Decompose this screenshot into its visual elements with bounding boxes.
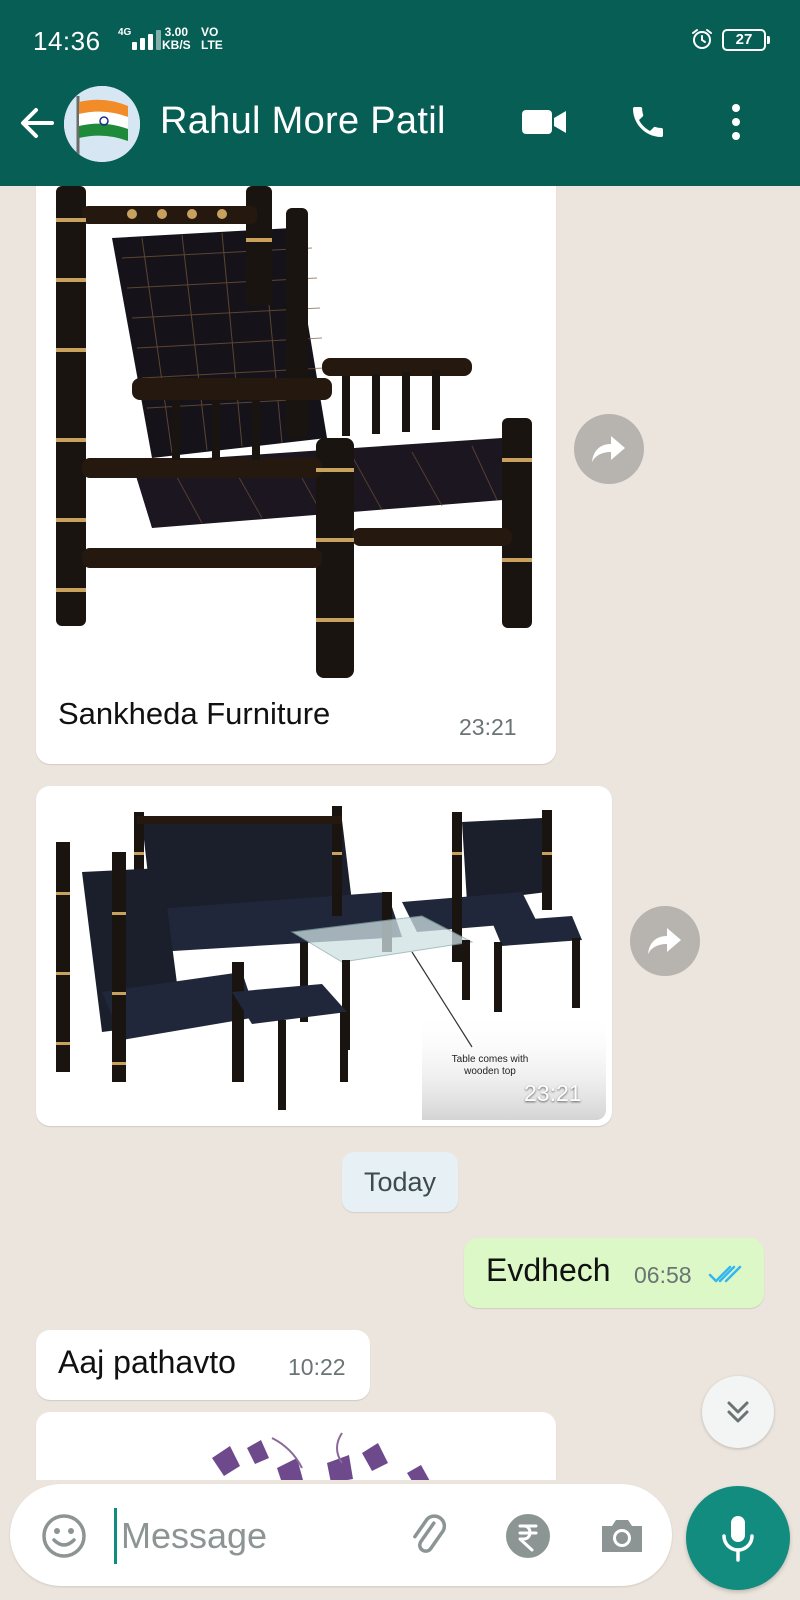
network-type: 4G	[118, 27, 132, 38]
emoji-icon	[42, 1514, 86, 1558]
more-vertical-icon	[732, 104, 740, 140]
forward-button[interactable]	[574, 414, 644, 484]
video-call-button[interactable]	[520, 98, 568, 146]
date-divider: Today	[342, 1152, 458, 1212]
attach-button[interactable]	[402, 1508, 458, 1564]
forward-arrow-icon	[648, 928, 681, 954]
scroll-to-bottom-button[interactable]	[702, 1376, 774, 1448]
india-flag-icon	[64, 86, 140, 162]
message-input[interactable]	[114, 1508, 384, 1564]
voice-message-button[interactable]	[686, 1486, 790, 1590]
sankheda-chair-picture	[42, 186, 550, 678]
data-speed: 3.00 KB/S	[162, 26, 191, 52]
phone-icon	[633, 107, 663, 137]
message-time: 06:58	[634, 1262, 692, 1288]
partial-image[interactable]	[42, 1418, 550, 1480]
sankheda-sofa-set-picture: Table comes with wooden top	[42, 792, 606, 1120]
voice-call-button[interactable]	[624, 98, 672, 146]
battery-indicator: 27	[722, 29, 770, 51]
volte-bottom: LTE	[201, 38, 223, 52]
message-composer	[10, 1484, 672, 1586]
rupee-icon	[506, 1514, 550, 1558]
message-text: Aaj pathavto	[58, 1344, 236, 1380]
forward-arrow-icon	[592, 436, 625, 462]
camera-button[interactable]	[594, 1508, 650, 1564]
paperclip-icon	[413, 1514, 447, 1553]
contact-name[interactable]: Rahul More Patil	[160, 100, 446, 143]
more-options-button[interactable]	[712, 98, 760, 146]
message-time: 10:22	[288, 1354, 346, 1380]
status-time: 14:36	[33, 26, 101, 56]
status-bar: 14:36 4G 3.00 KB/S VO LTE 27	[0, 0, 800, 80]
mic-icon	[722, 1516, 754, 1562]
image-caption: Sankheda Furniture	[58, 696, 331, 731]
message-time: 23:21	[524, 1080, 582, 1106]
chair-image[interactable]	[42, 186, 550, 678]
forward-button[interactable]	[630, 906, 700, 976]
emoji-button[interactable]	[36, 1508, 92, 1564]
alarm-icon	[692, 29, 712, 49]
table-note-line2: wooden top	[463, 1066, 516, 1077]
back-arrow-icon[interactable]	[14, 100, 60, 146]
payment-button[interactable]	[500, 1508, 556, 1564]
outgoing-message[interactable]: Evdhech 06:58	[464, 1238, 764, 1308]
video-call-icon	[522, 110, 566, 134]
incoming-message[interactable]: Aaj pathavto 10:22	[36, 1330, 370, 1400]
image-message-partial[interactable]	[36, 1412, 556, 1480]
chat-header: Rahul More Patil	[0, 80, 800, 186]
data-speed-unit: KB/S	[162, 38, 191, 52]
chat-area[interactable]: Sankheda Furniture 23:21 Table comes wit…	[0, 186, 800, 1480]
image-message-chair[interactable]: Sankheda Furniture 23:21	[36, 186, 556, 764]
image-message-sofa-set[interactable]: Table comes with wooden top 23:21	[36, 786, 612, 1126]
sofa-set-image[interactable]: Table comes with wooden top	[42, 792, 606, 1120]
contact-avatar[interactable]	[64, 86, 140, 162]
double-chevron-down-icon	[727, 1401, 749, 1423]
amethyst-picture	[42, 1418, 550, 1480]
signal-icon	[132, 28, 161, 50]
volte-indicator: VO LTE	[201, 26, 223, 52]
camera-icon	[602, 1520, 642, 1552]
table-note-line1: Table comes with	[452, 1054, 529, 1065]
message-time: 23:21	[459, 714, 517, 740]
message-text: Evdhech	[486, 1252, 611, 1288]
read-receipt-icon	[708, 1265, 742, 1283]
top-bar: 14:36 4G 3.00 KB/S VO LTE 27 Rahul More …	[0, 0, 800, 186]
